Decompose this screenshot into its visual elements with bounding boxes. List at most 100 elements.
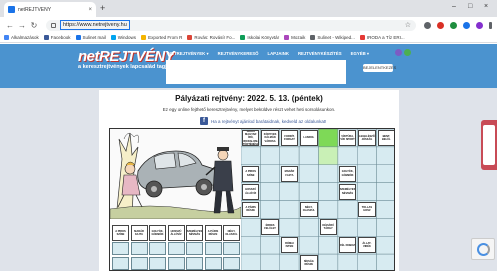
grid-cell[interactable] — [318, 164, 339, 183]
site-logo[interactable]: netREJTVÉNY a keresztrejtvények lapcsalá… — [78, 48, 175, 70]
nav-circle-icons — [395, 49, 411, 56]
grid-cell[interactable] — [298, 236, 319, 255]
address-bar[interactable]: https://www.netrejtveny.hu ☆ — [46, 19, 416, 31]
menu-icon[interactable] — [489, 21, 492, 29]
tab-close-icon[interactable]: × — [88, 7, 92, 13]
grid-cell[interactable] — [318, 182, 339, 201]
bookmark-item[interactable]: Alkalmazások — [4, 35, 39, 40]
facebook-share-text[interactable]: Ha a rejtvényt ajánlod barátaidnak, kedv… — [211, 119, 326, 124]
grid-cell[interactable] — [337, 253, 358, 271]
grid-cell[interactable] — [223, 256, 240, 270]
grid-cell[interactable] — [376, 182, 395, 201]
maximize-icon[interactable]: □ — [468, 3, 472, 10]
grid-cell[interactable] — [376, 146, 395, 165]
grid-cell[interactable] — [167, 242, 185, 255]
grid-cell[interactable] — [260, 146, 280, 165]
bookmark-item[interactable]: Rovás: Rovásír Fo... — [187, 35, 235, 40]
grid-cell[interactable] — [318, 200, 339, 219]
grid-cell[interactable] — [279, 182, 300, 201]
nav-rejtvenykeszites[interactable]: REJTVÉNYKÉSZÍTÉS — [298, 51, 342, 57]
grid-cell[interactable] — [204, 242, 222, 255]
grid-cell[interactable] — [376, 218, 395, 237]
extension-icon-1[interactable] — [424, 21, 431, 29]
grid-cell[interactable] — [357, 146, 377, 165]
grid-cell[interactable] — [279, 253, 300, 271]
bookmark-item[interactable]: Windows — [110, 35, 136, 40]
grid-cell[interactable] — [241, 253, 261, 271]
user-circle-icon[interactable] — [395, 49, 402, 56]
grid-cell[interactable] — [357, 182, 377, 201]
grid-cell[interactable] — [376, 164, 395, 183]
grid-cell[interactable] — [318, 236, 339, 255]
grid-cell[interactable] — [260, 182, 280, 201]
extension-icon-3[interactable] — [450, 21, 457, 29]
grid-cell[interactable] — [298, 164, 319, 183]
grid-cell[interactable] — [298, 182, 319, 201]
bookmark-item[interactable]: Facebook — [43, 35, 71, 40]
bookmark-item[interactable]: IRODA a Tíz ERI... — [359, 35, 405, 40]
grid-cell[interactable] — [260, 200, 280, 219]
grid-cell[interactable] — [318, 253, 339, 271]
recaptcha-badge[interactable] — [471, 238, 495, 260]
grid-cell[interactable] — [149, 256, 166, 270]
grid-cell[interactable] — [260, 236, 280, 255]
facebook-side-tab[interactable] — [481, 120, 497, 170]
bookmark-item[interactable]: Exported From R — [141, 35, 182, 40]
grid-cell[interactable] — [223, 242, 240, 255]
grid-cell[interactable] — [279, 146, 300, 165]
grid-cell[interactable] — [149, 242, 166, 255]
url-text[interactable]: https://www.netrejtveny.hu — [60, 20, 130, 30]
grid-cell[interactable] — [337, 200, 358, 219]
nav-netrejtvenyek[interactable]: NETREJTVÉNYEK ▾ — [168, 51, 209, 57]
status-circle-icon[interactable] — [404, 49, 411, 56]
grid-cell[interactable] — [357, 218, 377, 237]
grid-cell[interactable] — [186, 242, 203, 255]
bookmark-item[interactable]: Iskolai Könyvtár — [240, 35, 279, 40]
grid-cell[interactable] — [241, 146, 261, 165]
grid-cell[interactable] — [357, 253, 377, 271]
nav-lapjaink[interactable]: LAPJAINK — [267, 51, 289, 57]
grid-cell[interactable] — [186, 256, 203, 270]
extension-icon-2[interactable] — [437, 21, 444, 29]
crossword-puzzle[interactable]: SÍRÓS MAGYAR ÍRÓ, IRODALOM-TÖRTÉNÉSZ KÖNY… — [109, 128, 395, 271]
close-window-icon[interactable]: × — [484, 3, 488, 10]
grid-cell[interactable] — [112, 242, 129, 255]
grid-cell[interactable] — [130, 256, 148, 270]
grid-cell[interactable] — [130, 242, 148, 255]
grid-cell[interactable] — [318, 146, 339, 165]
grid-cell[interactable] — [376, 236, 395, 255]
forward-icon[interactable]: → — [16, 21, 28, 30]
grid-cell[interactable] — [337, 146, 358, 165]
grid-cell[interactable] — [376, 200, 395, 219]
bookmark-item[interactable]: Mozaik — [284, 35, 305, 40]
nav-rejtvenykereso[interactable]: REJTVÉNYKERESŐ — [218, 51, 259, 57]
bookmark-item[interactable]: Sulinet - Wikiped... — [310, 35, 355, 40]
grid-cell[interactable] — [241, 236, 261, 255]
bookmark-star-icon[interactable]: ☆ — [405, 21, 411, 29]
grid-cell[interactable] — [167, 256, 185, 270]
grid-cell[interactable] — [376, 253, 395, 271]
grid-cell[interactable] — [112, 256, 129, 270]
grid-cell[interactable] — [260, 253, 280, 271]
browser-tab[interactable]: netREJTVÉNY × — [4, 2, 96, 17]
facebook-share[interactable]: f Ha a rejtvényt ajánlod barátaidnak, ke… — [200, 117, 326, 125]
minimize-icon[interactable]: – — [452, 3, 456, 10]
grid-cell[interactable] — [298, 218, 319, 237]
nav-egyeb[interactable]: EGYÉB ▾ — [351, 51, 369, 57]
grid-cell[interactable] — [337, 218, 358, 237]
back-icon[interactable]: ← — [4, 21, 16, 30]
new-tab-button[interactable]: + — [100, 3, 105, 14]
extension-icon-4[interactable] — [463, 21, 470, 29]
grid-cell[interactable] — [279, 218, 300, 237]
grid-cell[interactable] — [204, 256, 222, 270]
grid-cell[interactable] — [260, 164, 280, 183]
profile-avatar[interactable] — [476, 21, 483, 29]
grid-cell[interactable] — [318, 129, 339, 148]
reload-icon[interactable]: ↻ — [28, 21, 40, 30]
grid-cell[interactable] — [298, 146, 319, 165]
grid-cell[interactable] — [279, 200, 300, 219]
login-button[interactable]: BEJELENTKEZÉS — [363, 64, 396, 72]
bookmark-item[interactable]: Sulinet mail — [75, 35, 106, 40]
grid-cell[interactable] — [241, 218, 261, 237]
grid-cell[interactable] — [357, 164, 377, 183]
